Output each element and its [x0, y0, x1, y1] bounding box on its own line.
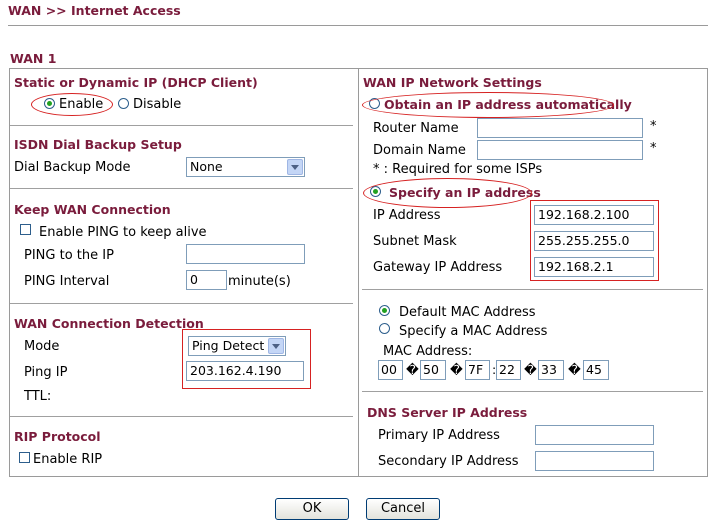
router-name-required: *	[650, 119, 657, 134]
default-mac-label: Default MAC Address	[399, 305, 536, 320]
specify-ip-highlight-oval	[363, 178, 532, 208]
static-dynamic-heading: Static or Dynamic IP (DHCP Client)	[14, 75, 258, 90]
subnet-mask-label: Subnet Mask	[373, 234, 457, 249]
ping-interval-unit: minute(s)	[228, 274, 291, 289]
primary-dns-input[interactable]	[535, 425, 654, 445]
enable-rip-label: Enable RIP	[33, 452, 103, 467]
specify-mac-label: Specify a MAC Address	[399, 324, 548, 339]
ping-to-ip-label: PING to the IP	[24, 248, 114, 263]
left-separator-3	[10, 303, 353, 304]
mac-address-label: MAC Address:	[383, 344, 473, 359]
static-ip-highlight-box	[530, 200, 659, 281]
mac-separator-5: �	[568, 362, 581, 377]
mac-separator-4: �	[524, 362, 537, 377]
rip-heading: RIP Protocol	[14, 429, 101, 444]
dns-heading: DNS Server IP Address	[367, 405, 528, 420]
router-name-input[interactable]	[477, 118, 643, 138]
column-divider	[358, 68, 359, 477]
domain-name-label: Domain Name	[373, 143, 466, 158]
ttl-label: TTL:	[24, 389, 52, 404]
chevron-down-icon[interactable]	[287, 159, 303, 175]
domain-name-input[interactable]	[477, 140, 643, 160]
breadcrumb-divider	[8, 25, 708, 26]
dial-backup-mode-select[interactable]: None	[186, 157, 305, 177]
domain-name-required: *	[650, 141, 657, 156]
ping-interval-label: PING Interval	[24, 274, 110, 289]
primary-dns-label: Primary IP Address	[378, 428, 500, 443]
keep-wan-heading: Keep WAN Connection	[14, 202, 171, 217]
right-separator-2	[362, 391, 703, 392]
mac-octet-6[interactable]: 45	[583, 360, 609, 380]
right-separator-1	[362, 289, 703, 290]
ping-to-ip-input[interactable]	[186, 244, 305, 264]
enable-ping-label: Enable PING to keep alive	[39, 225, 207, 240]
mac-separator-2: �	[450, 362, 463, 377]
detection-heading: WAN Connection Detection	[14, 316, 204, 331]
ip-address-label: IP Address	[373, 208, 441, 223]
mac-octet-1[interactable]: 00	[378, 360, 403, 380]
section-title: WAN 1	[10, 51, 57, 66]
dial-backup-mode-value: None	[190, 159, 223, 174]
left-separator-1	[10, 125, 353, 126]
ping-ip-label: Ping IP	[24, 365, 68, 380]
cancel-button[interactable]: Cancel	[366, 498, 440, 520]
enable-highlight-oval	[31, 93, 113, 116]
mac-octet-4[interactable]: 22	[496, 360, 521, 380]
specify-mac-radio[interactable]	[379, 323, 390, 334]
detection-highlight-box	[182, 329, 311, 389]
mac-separator-1: �	[406, 362, 419, 377]
ok-button[interactable]: OK	[275, 498, 349, 520]
disable-radio[interactable]	[118, 98, 129, 109]
obtain-ip-highlight-oval	[362, 92, 614, 118]
disable-label: Disable	[133, 97, 182, 112]
secondary-dns-label: Secondary IP Address	[378, 454, 519, 469]
mac-octet-5[interactable]: 33	[538, 360, 564, 380]
detection-mode-label: Mode	[24, 339, 60, 354]
router-name-label: Router Name	[373, 121, 459, 136]
left-separator-2	[10, 188, 353, 189]
ping-interval-input[interactable]: 0	[186, 270, 227, 290]
secondary-dns-input[interactable]	[535, 451, 654, 471]
gateway-ip-label: Gateway IP Address	[373, 260, 503, 275]
breadcrumb: WAN >> Internet Access	[8, 3, 181, 18]
wan-ip-heading: WAN IP Network Settings	[363, 75, 542, 90]
required-note: * : Required for some ISPs	[373, 162, 543, 177]
enable-ping-checkbox[interactable]	[20, 224, 31, 235]
dial-backup-mode-label: Dial Backup Mode	[14, 160, 131, 175]
mac-octet-3[interactable]: 7F	[465, 360, 490, 380]
isdn-heading: ISDN Dial Backup Setup	[14, 137, 182, 152]
left-separator-4	[10, 416, 353, 417]
default-mac-radio[interactable]	[379, 305, 390, 316]
mac-octet-2[interactable]: 50	[420, 360, 446, 380]
enable-rip-checkbox[interactable]	[19, 452, 30, 463]
